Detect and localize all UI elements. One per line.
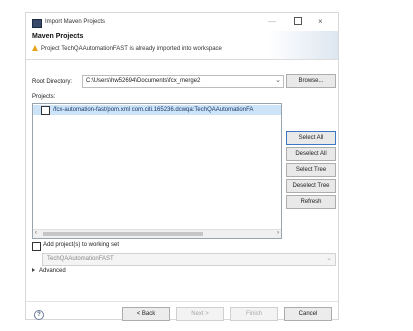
chevron-down-icon[interactable]: ⌄ — [275, 76, 281, 84]
back-button[interactable]: < Back — [122, 307, 170, 321]
chevron-down-icon: ⌄ — [326, 255, 332, 262]
window-title: Import Maven Projects — [45, 19, 106, 25]
scroll-right-icon[interactable]: › — [277, 230, 279, 236]
warning-message-text: Project TechQAAutomationFAST is already … — [41, 46, 222, 52]
advanced-label: Advanced — [39, 268, 66, 274]
select-tree-button[interactable]: Select Tree — [286, 163, 336, 177]
working-set-combo: TechQAAutomationFAST ⌄ — [42, 253, 336, 266]
wizard-header: Maven Projects Project TechQAAutomationF… — [26, 31, 338, 59]
warning-icon — [32, 45, 38, 51]
root-directory-combo[interactable]: C:\Users\hw52694\Documents\fcx_merge2 ⌄ — [82, 75, 284, 88]
working-set-value: TechQAAutomationFAST — [47, 256, 114, 262]
minimize-button[interactable]: — — [268, 17, 276, 27]
tree-item[interactable]: /fcx-automation-fast/pom.xml com.citi.16… — [33, 105, 281, 115]
header-banner — [268, 31, 338, 59]
horizontal-scrollbar[interactable]: ‹ › — [33, 229, 281, 238]
import-maven-projects-dialog: Import Maven Projects — × Maven Projects… — [25, 12, 339, 321]
footer-divider — [26, 301, 338, 302]
title-bar[interactable]: Import Maven Projects — × — [26, 13, 338, 31]
chevron-right-icon — [32, 268, 35, 272]
app-icon — [32, 19, 42, 28]
select-all-button[interactable]: Select All — [286, 131, 336, 145]
root-directory-value: C:\Users\hw52694\Documents\fcx_merge2 — [86, 78, 201, 84]
scrollbar-thumb[interactable] — [43, 232, 203, 236]
maximize-icon — [294, 17, 302, 25]
advanced-section-toggle[interactable]: Advanced — [32, 268, 66, 274]
browse-button[interactable]: Browse... — [286, 74, 336, 88]
root-directory-label: Root Directory: — [32, 79, 73, 85]
next-button[interactable]: Next > — [176, 307, 224, 321]
tree-item-label: /fcx-automation-fast/pom.xml com.citi.16… — [53, 107, 254, 113]
cancel-button[interactable]: Cancel — [284, 307, 332, 321]
add-to-working-set-checkbox[interactable] — [32, 242, 41, 251]
header-divider — [26, 59, 338, 60]
maximize-button[interactable] — [294, 17, 302, 28]
warning-message: Project TechQAAutomationFAST is already … — [32, 45, 222, 52]
projects-label: Projects: — [32, 94, 56, 100]
deselect-all-button[interactable]: Deselect All — [286, 147, 336, 161]
add-to-working-set-label[interactable]: Add project(s) to working set — [43, 242, 119, 248]
finish-button[interactable]: Finish — [230, 307, 278, 321]
refresh-button[interactable]: Refresh — [286, 195, 336, 209]
scroll-left-icon[interactable]: ‹ — [35, 230, 37, 236]
projects-tree[interactable]: /fcx-automation-fast/pom.xml com.citi.16… — [32, 103, 282, 239]
page-title: Maven Projects — [32, 33, 84, 40]
project-checkbox[interactable] — [41, 106, 50, 115]
deselect-tree-button[interactable]: Deselect Tree — [286, 179, 336, 193]
close-button[interactable]: × — [318, 17, 323, 27]
help-icon[interactable]: ? — [34, 310, 44, 320]
